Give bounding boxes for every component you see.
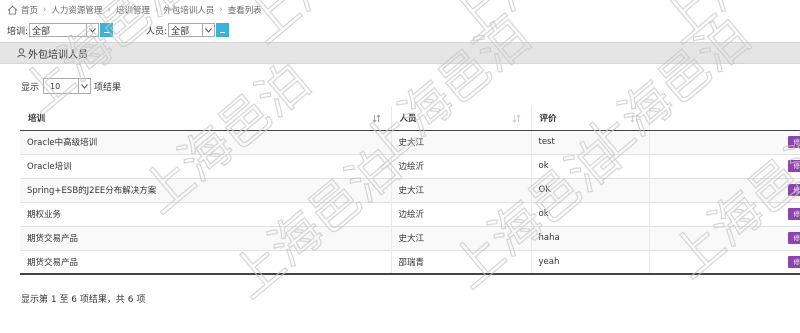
chevron-down-icon: [78, 79, 90, 93]
table-row: Spring+ESB的J2EE分布解决方案史大江OK修改查看删除: [20, 177, 800, 202]
edit-button[interactable]: 修改: [787, 136, 800, 148]
page-length-control: 显示 10 项结果: [21, 78, 121, 94]
person-cell: 史大江: [391, 225, 532, 250]
column-header-label: 培训: [28, 113, 46, 124]
edit-button-label: 修改: [793, 162, 800, 170]
sort-icon: [511, 114, 521, 123]
rating-cell: haha: [531, 225, 650, 250]
training-select[interactable]: 全部: [29, 23, 100, 37]
rating-cell: ok: [531, 153, 650, 178]
training-cell: Oracle中高级培训: [20, 129, 392, 154]
data-table: 培训 人员 评价 Oracle中高级培训史大江test修改查看删除Oracle培…: [20, 106, 800, 275]
actions-cell: 修改查看删除: [649, 153, 800, 178]
person-cell: 史大江: [391, 177, 532, 202]
training-cell: Spring+ESB的J2EE分布解决方案: [20, 177, 392, 202]
panel-header: 外包培训人员: [0, 42, 800, 64]
table-info: 显示第 1 至 6 项结果，共 6 项: [21, 295, 146, 305]
table-row: 期货交易产品史大江haha修改查看删除: [20, 225, 800, 250]
filter-bar: 培训: 全部 人员: 全部: [7, 22, 230, 38]
actions-cell: 修改查看删除: [649, 129, 800, 154]
breadcrumb-home[interactable]: 首页: [21, 4, 38, 16]
chevron-down-icon: [202, 24, 214, 36]
person-filter: 人员: 全部: [146, 23, 230, 37]
person-search-button[interactable]: [216, 23, 230, 37]
actions-cell: 修改查看删除: [649, 249, 800, 275]
training-select-value: 全部: [32, 26, 51, 37]
search-icon: [220, 32, 226, 33]
page-length-select[interactable]: 10: [43, 78, 92, 94]
table-row: 期权业务边绘沂ok修改查看删除: [20, 201, 800, 226]
edit-button[interactable]: 修改: [787, 160, 800, 172]
rating-cell: OK: [531, 177, 650, 202]
training-filter: 培训: 全部: [7, 23, 114, 37]
edit-button-label: 修改: [793, 186, 800, 194]
column-header-person[interactable]: 人员: [391, 106, 532, 131]
sort-icon: [371, 114, 381, 123]
person-select[interactable]: 全部: [168, 23, 216, 37]
breadcrumb-separator: ›: [154, 5, 159, 15]
table-row: Oracle培训边绘沂ok修改查看删除: [20, 153, 800, 178]
actions-cell: 修改查看删除: [649, 177, 800, 202]
sort-icon: [629, 114, 639, 123]
table-body: Oracle中高级培训史大江test修改查看删除Oracle培训边绘沂ok修改查…: [20, 129, 800, 275]
home-icon: [7, 5, 18, 15]
rating-cell: yeah: [531, 249, 650, 275]
breadcrumb-separator: ›: [107, 5, 111, 15]
edit-button-label: 修改: [793, 210, 800, 218]
breadcrumb-hr[interactable]: 人力资源管理: [51, 4, 102, 16]
column-header-rating[interactable]: 评价: [531, 106, 650, 131]
edit-button-label: 修改: [793, 257, 800, 266]
training-search-button[interactable]: [100, 23, 114, 37]
person-cell: 边绘沂: [391, 201, 532, 226]
rating-cell: test: [531, 129, 650, 154]
column-header-label: 评价: [539, 113, 557, 124]
chevron-down-icon: [86, 24, 98, 36]
person-cell: 边绘沂: [391, 153, 532, 178]
edit-button[interactable]: 修改: [787, 232, 800, 244]
person-cell: 史大江: [391, 129, 532, 154]
breadcrumb-separator: ›: [43, 5, 47, 15]
edit-button-label: 修改: [793, 138, 800, 146]
rating-cell: ok: [531, 201, 650, 226]
edit-button[interactable]: 修改: [787, 255, 800, 268]
training-cell: 期货交易产品: [20, 225, 392, 250]
breadcrumb-current: 查看列表: [227, 6, 262, 16]
panel-title: 外包培训人员: [28, 49, 88, 61]
edit-button[interactable]: 修改: [787, 208, 800, 220]
person-filter-label: 人员:: [146, 26, 168, 37]
breadcrumb-outsourced[interactable]: 外包培训人员: [163, 4, 214, 16]
table-row: Oracle中高级培训史大江test修改查看删除: [20, 129, 800, 154]
column-header-actions: [649, 106, 800, 131]
page-length-prefix: 显示: [21, 82, 40, 93]
training-cell: Oracle培训: [20, 153, 392, 178]
actions-cell: 修改查看删除: [649, 201, 800, 226]
table-row: 期货交易产品邵瑞青yeah修改查看删除: [20, 249, 800, 275]
column-header-label: 人员: [399, 113, 417, 124]
training-cell: 期货交易产品: [20, 249, 392, 275]
actions-cell: 修改查看删除: [649, 225, 800, 250]
training-filter-label: 培训:: [7, 26, 29, 37]
breadcrumb: 首页 › 人力资源管理 › 培训管理 › 外包培训人员 › 查看列表: [7, 3, 262, 17]
person-cell: 邵瑞青: [391, 249, 532, 275]
training-cell: 期权业务: [20, 201, 392, 226]
page-length-value: 10: [50, 81, 61, 91]
column-header-training[interactable]: 培训: [20, 106, 392, 131]
search-icon: [104, 32, 110, 33]
page-length-suffix: 项结果: [94, 82, 122, 93]
breadcrumb-separator: ›: [219, 5, 223, 15]
edit-button-label: 修改: [793, 234, 800, 242]
edit-button[interactable]: 修改: [787, 184, 800, 196]
breadcrumb-training[interactable]: 培训管理: [116, 4, 150, 16]
table-header-row: 培训 人员 评价: [20, 106, 800, 131]
person-select-value: 全部: [171, 26, 190, 37]
user-icon: [17, 48, 26, 58]
